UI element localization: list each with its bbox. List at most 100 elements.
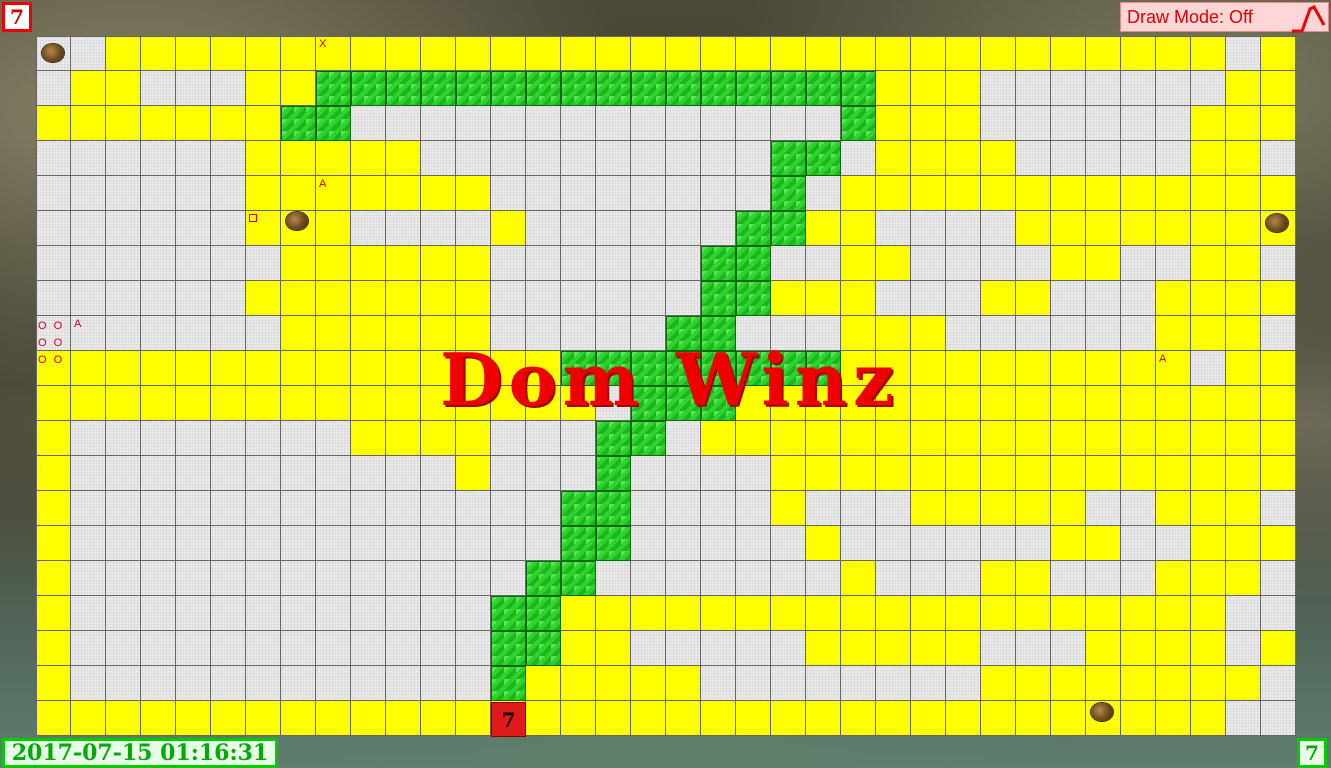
path-cell[interactable] <box>421 176 456 211</box>
path-cell[interactable] <box>421 36 456 71</box>
path-cell[interactable] <box>1121 421 1156 456</box>
path-cell[interactable] <box>596 596 631 631</box>
open-cell[interactable] <box>946 316 981 351</box>
open-cell[interactable] <box>561 456 596 491</box>
open-cell[interactable] <box>491 526 526 561</box>
goal-tile[interactable]: 7 <box>491 702 526 737</box>
path-cell[interactable] <box>1261 526 1296 561</box>
path-cell[interactable] <box>491 211 526 246</box>
path-cell[interactable] <box>701 36 736 71</box>
path-cell[interactable] <box>876 246 911 281</box>
path-cell[interactable] <box>281 281 316 316</box>
open-cell[interactable] <box>456 526 491 561</box>
open-cell[interactable] <box>981 631 1016 666</box>
open-cell[interactable] <box>1261 596 1296 631</box>
open-cell[interactable] <box>491 281 526 316</box>
path-cell[interactable] <box>71 351 106 386</box>
path-cell[interactable] <box>981 351 1016 386</box>
path-cell[interactable] <box>211 386 246 421</box>
open-cell[interactable] <box>316 456 351 491</box>
path-cell[interactable] <box>771 36 806 71</box>
path-cell[interactable] <box>36 631 71 666</box>
open-cell[interactable] <box>1261 561 1296 596</box>
open-cell[interactable] <box>106 561 141 596</box>
path-cell[interactable] <box>771 281 806 316</box>
path-cell[interactable] <box>946 141 981 176</box>
open-cell[interactable] <box>1051 141 1086 176</box>
path-cell[interactable] <box>981 456 1016 491</box>
path-cell[interactable] <box>246 141 281 176</box>
open-cell[interactable] <box>71 141 106 176</box>
path-cell[interactable] <box>596 701 631 736</box>
snake-cell[interactable] <box>526 596 561 631</box>
snake-cell[interactable] <box>666 71 701 106</box>
path-cell[interactable] <box>176 106 211 141</box>
open-cell[interactable] <box>386 561 421 596</box>
path-cell[interactable] <box>1191 421 1226 456</box>
path-cell[interactable] <box>1191 491 1226 526</box>
open-cell[interactable] <box>946 561 981 596</box>
path-cell[interactable] <box>36 106 71 141</box>
path-cell[interactable] <box>1121 631 1156 666</box>
open-cell[interactable] <box>841 666 876 701</box>
open-cell[interactable] <box>456 596 491 631</box>
path-cell[interactable] <box>1156 561 1191 596</box>
open-cell[interactable] <box>71 491 106 526</box>
open-cell[interactable] <box>351 456 386 491</box>
open-cell[interactable] <box>351 491 386 526</box>
open-cell[interactable] <box>316 421 351 456</box>
path-cell[interactable] <box>456 176 491 211</box>
path-cell[interactable] <box>841 631 876 666</box>
open-cell[interactable] <box>1121 526 1156 561</box>
open-cell[interactable] <box>106 316 141 351</box>
path-cell[interactable] <box>351 421 386 456</box>
snake-cell[interactable] <box>701 71 736 106</box>
path-cell[interactable] <box>526 701 561 736</box>
path-cell[interactable] <box>1226 526 1261 561</box>
open-cell[interactable] <box>631 211 666 246</box>
open-cell[interactable] <box>421 526 456 561</box>
path-cell[interactable] <box>806 526 841 561</box>
open-cell[interactable] <box>71 211 106 246</box>
open-cell[interactable] <box>246 666 281 701</box>
path-cell[interactable] <box>736 701 771 736</box>
path-cell[interactable] <box>1051 456 1086 491</box>
path-cell[interactable] <box>1226 351 1261 386</box>
open-cell[interactable] <box>211 631 246 666</box>
path-cell[interactable] <box>351 281 386 316</box>
open-cell[interactable] <box>1121 561 1156 596</box>
open-cell[interactable] <box>71 176 106 211</box>
open-cell[interactable] <box>421 491 456 526</box>
path-cell[interactable] <box>281 36 316 71</box>
open-cell[interactable] <box>666 631 701 666</box>
path-cell[interactable] <box>1016 421 1051 456</box>
open-cell[interactable] <box>351 596 386 631</box>
open-cell[interactable] <box>1226 701 1261 736</box>
open-cell[interactable] <box>876 491 911 526</box>
open-cell[interactable] <box>596 176 631 211</box>
open-cell[interactable] <box>246 596 281 631</box>
open-cell[interactable] <box>631 176 666 211</box>
open-cell[interactable] <box>36 281 71 316</box>
path-cell[interactable] <box>1226 281 1261 316</box>
path-cell[interactable] <box>806 36 841 71</box>
open-cell[interactable] <box>631 456 666 491</box>
open-cell[interactable] <box>211 71 246 106</box>
path-cell[interactable] <box>911 106 946 141</box>
open-cell[interactable] <box>106 631 141 666</box>
open-cell[interactable] <box>141 71 176 106</box>
path-cell[interactable] <box>1261 351 1296 386</box>
open-cell[interactable] <box>71 631 106 666</box>
open-cell[interactable] <box>316 526 351 561</box>
path-cell[interactable] <box>1226 386 1261 421</box>
coin-icon[interactable] <box>1266 214 1288 232</box>
path-cell[interactable] <box>631 701 666 736</box>
path-cell[interactable] <box>1016 456 1051 491</box>
open-cell[interactable] <box>1086 316 1121 351</box>
path-cell[interactable] <box>351 316 386 351</box>
path-cell[interactable] <box>1086 351 1121 386</box>
path-cell[interactable] <box>281 176 316 211</box>
path-cell[interactable] <box>806 701 841 736</box>
open-cell[interactable] <box>1086 106 1121 141</box>
snake-cell[interactable] <box>561 526 596 561</box>
